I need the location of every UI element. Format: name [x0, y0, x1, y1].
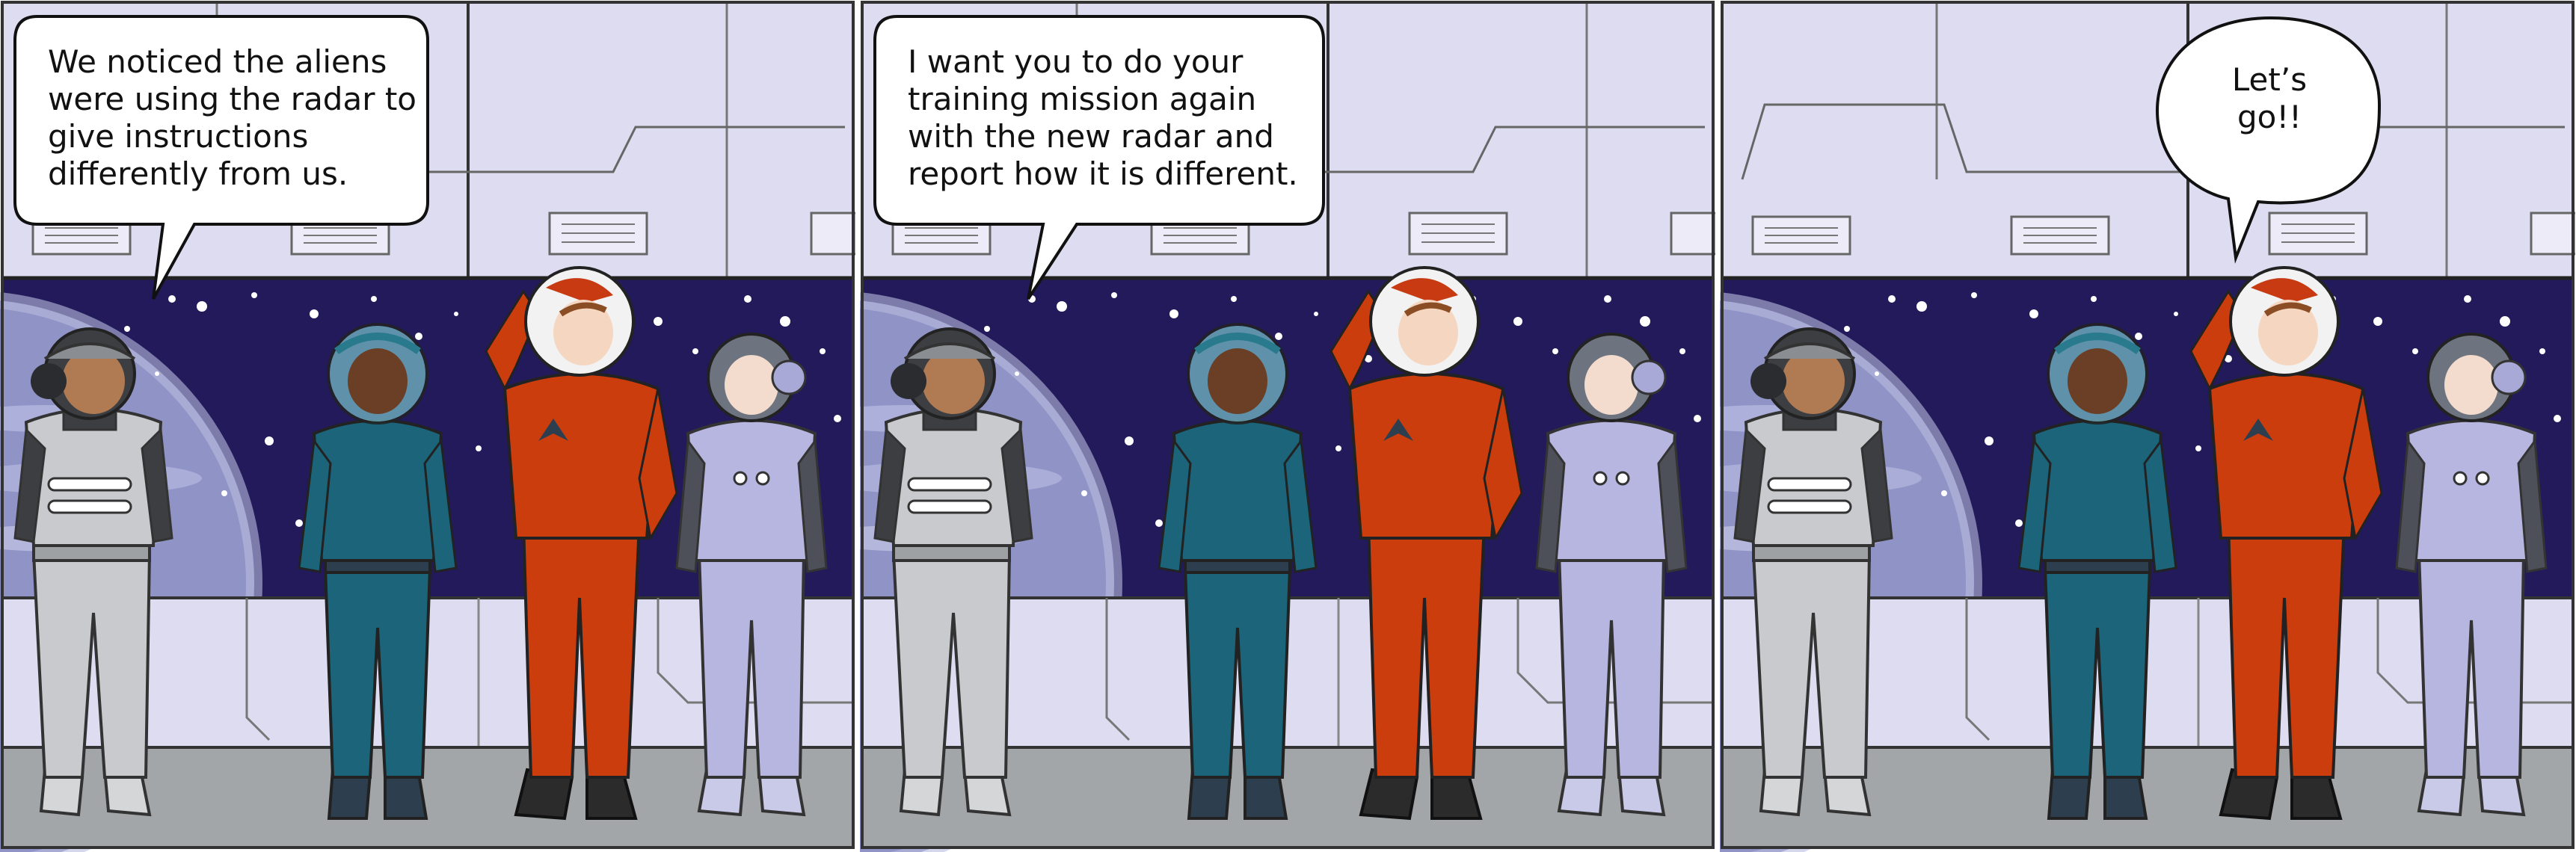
speech-text: Let’s go!!	[2231, 61, 2308, 135]
comic-panel-3: Let’s go!!	[1720, 0, 2575, 852]
speech-text: I want you to do your training mission a…	[908, 43, 1298, 192]
panel-3-scene	[1720, 0, 2575, 852]
speech-text: We noticed the aliens were using the rad…	[48, 43, 416, 192]
comic-panel-2: I want you to do your training mission a…	[860, 0, 1715, 852]
comic-panel-1: We noticed the aliens were using the rad…	[0, 0, 855, 852]
